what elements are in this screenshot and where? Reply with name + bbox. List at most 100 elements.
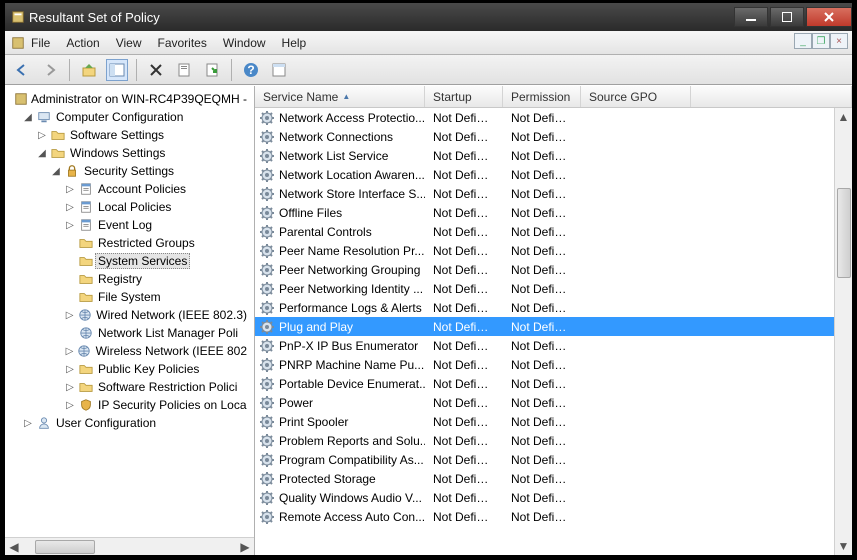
tree-windows-settings[interactable]: ◢ Windows Settings (7, 144, 254, 162)
service-row[interactable]: Network Access Protectio...Not DefinedNo… (255, 108, 852, 127)
tree-computer-config[interactable]: ◢ Computer Configuration (7, 108, 254, 126)
service-row[interactable]: Quality Windows Audio V...Not DefinedNot… (255, 488, 852, 507)
gear-icon (259, 357, 275, 373)
col-permission[interactable]: Permission (503, 86, 581, 107)
expand-icon[interactable]: ▷ (35, 130, 49, 141)
collapse-icon[interactable]: ◢ (21, 112, 35, 123)
show-tree-button[interactable] (106, 59, 128, 81)
computer-icon (35, 110, 53, 124)
service-row[interactable]: PnP-X IP Bus EnumeratorNot DefinedNot De… (255, 336, 852, 355)
service-name: Print Spooler (279, 415, 348, 429)
tree-node[interactable]: ▷Wireless Network (IEEE 802 (7, 342, 254, 360)
service-permission: Not Defined (503, 377, 581, 391)
scroll-right-button[interactable]: ▶ (236, 538, 254, 555)
expand-icon[interactable]: ▷ (63, 202, 77, 213)
expand-icon[interactable]: ▷ (63, 310, 76, 321)
maximize-button[interactable] (770, 7, 804, 27)
back-button[interactable] (11, 59, 33, 81)
tree-node[interactable]: Network List Manager Poli (7, 324, 254, 342)
expand-icon[interactable]: ▷ (63, 382, 77, 393)
service-row[interactable]: Peer Networking Identity ...Not DefinedN… (255, 279, 852, 298)
mdi-close-button[interactable]: × (830, 33, 848, 49)
scroll-up-button[interactable]: ▲ (835, 108, 852, 126)
expand-icon[interactable]: ▷ (63, 346, 76, 357)
menu-action[interactable]: Action (66, 36, 99, 50)
tree-software-settings[interactable]: ▷ Software Settings (7, 126, 254, 144)
service-row[interactable]: Network Location Awaren...Not DefinedNot… (255, 165, 852, 184)
service-row[interactable]: Performance Logs & AlertsNot DefinedNot … (255, 298, 852, 317)
col-startup[interactable]: Startup (425, 86, 503, 107)
list-header: Service Name▲ Startup Permission Source … (255, 86, 852, 108)
titlebar[interactable]: Resultant Set of Policy (5, 3, 852, 31)
rsop-icon (14, 92, 28, 106)
service-row[interactable]: Network Store Interface S...Not DefinedN… (255, 184, 852, 203)
help-button[interactable]: ? (240, 59, 262, 81)
tree-user-config[interactable]: ▷ User Configuration (7, 414, 254, 432)
col-source-gpo[interactable]: Source GPO (581, 86, 691, 107)
service-row[interactable]: Plug and PlayNot DefinedNot Defined (255, 317, 852, 336)
tree-node[interactable]: System Services (7, 252, 254, 270)
service-row[interactable]: Peer Name Resolution Pr...Not DefinedNot… (255, 241, 852, 260)
service-row[interactable]: Portable Device Enumerat...Not DefinedNo… (255, 374, 852, 393)
collapse-icon[interactable]: ◢ (35, 148, 49, 159)
tree-node[interactable]: ▷Software Restriction Polici (7, 378, 254, 396)
service-row[interactable]: Network List ServiceNot DefinedNot Defin… (255, 146, 852, 165)
service-row[interactable]: PNRP Machine Name Pu...Not DefinedNot De… (255, 355, 852, 374)
scroll-down-button[interactable]: ▼ (835, 537, 852, 555)
list-v-scrollbar[interactable]: ▲ ▼ (834, 108, 852, 555)
export-button[interactable] (201, 59, 223, 81)
mdi-minimize-button[interactable]: _ (794, 33, 812, 49)
tree-node[interactable]: Restricted Groups (7, 234, 254, 252)
tree-node[interactable]: ▷IP Security Policies on Loca (7, 396, 254, 414)
tree-root[interactable]: Administrator on WIN-RC4P39QEQMH - (7, 90, 254, 108)
menu-file[interactable]: File (31, 36, 50, 50)
service-row[interactable]: Network ConnectionsNot DefinedNot Define… (255, 127, 852, 146)
menu-help[interactable]: Help (282, 36, 307, 50)
tree[interactable]: Administrator on WIN-RC4P39QEQMH - ◢ Com… (5, 86, 254, 537)
close-button[interactable] (806, 7, 852, 27)
collapse-icon[interactable]: ◢ (49, 166, 63, 177)
tree-node[interactable]: ▷Event Log (7, 216, 254, 234)
delete-button[interactable] (145, 59, 167, 81)
properties-button[interactable] (173, 59, 195, 81)
menu-favorites[interactable]: Favorites (158, 36, 207, 50)
service-name: Power (279, 396, 313, 410)
menu-window[interactable]: Window (223, 36, 266, 50)
tree-node[interactable]: Registry (7, 270, 254, 288)
up-button[interactable] (78, 59, 100, 81)
service-row[interactable]: Protected StorageNot DefinedNot Defined (255, 469, 852, 488)
tree-node[interactable]: ▷Public Key Policies (7, 360, 254, 378)
scroll-thumb[interactable] (837, 188, 851, 278)
service-row[interactable]: Offline FilesNot DefinedNot Defined (255, 203, 852, 222)
service-row[interactable]: Print SpoolerNot DefinedNot Defined (255, 412, 852, 431)
minimize-button[interactable] (734, 7, 768, 27)
gear-icon (259, 300, 275, 316)
list-body[interactable]: Network Access Protectio...Not DefinedNo… (255, 108, 852, 555)
tree-node[interactable]: ▷Local Policies (7, 198, 254, 216)
tree-node[interactable]: File System (7, 288, 254, 306)
expand-icon[interactable]: ▷ (63, 400, 77, 411)
scroll-left-button[interactable]: ◀ (5, 538, 23, 555)
expand-icon[interactable]: ▷ (21, 418, 35, 429)
expand-icon[interactable]: ▷ (63, 184, 77, 195)
service-row[interactable]: Peer Networking GroupingNot DefinedNot D… (255, 260, 852, 279)
expand-icon[interactable]: ▷ (63, 364, 77, 375)
tree-node[interactable]: ▷Account Policies (7, 180, 254, 198)
tree-h-scrollbar[interactable]: ◀ ▶ (5, 537, 254, 555)
service-row[interactable]: Problem Reports and Solu...Not DefinedNo… (255, 431, 852, 450)
scroll-thumb[interactable] (35, 540, 95, 554)
mdi-restore-button[interactable]: ❐ (812, 33, 830, 49)
col-service-name[interactable]: Service Name▲ (255, 86, 425, 107)
service-row[interactable]: PowerNot DefinedNot Defined (255, 393, 852, 412)
menu-view[interactable]: View (116, 36, 142, 50)
tree-security-settings[interactable]: ◢ Security Settings (7, 162, 254, 180)
refresh-view-button[interactable] (268, 59, 290, 81)
service-row[interactable]: Remote Access Auto Con...Not DefinedNot … (255, 507, 852, 526)
service-startup: Not Defined (425, 491, 503, 505)
tree-node[interactable]: ▷Wired Network (IEEE 802.3) (7, 306, 254, 324)
forward-button[interactable] (39, 59, 61, 81)
service-row[interactable]: Parental ControlsNot DefinedNot Defined (255, 222, 852, 241)
lock-icon (63, 164, 81, 178)
service-row[interactable]: Program Compatibility As...Not DefinedNo… (255, 450, 852, 469)
expand-icon[interactable]: ▷ (63, 220, 77, 231)
